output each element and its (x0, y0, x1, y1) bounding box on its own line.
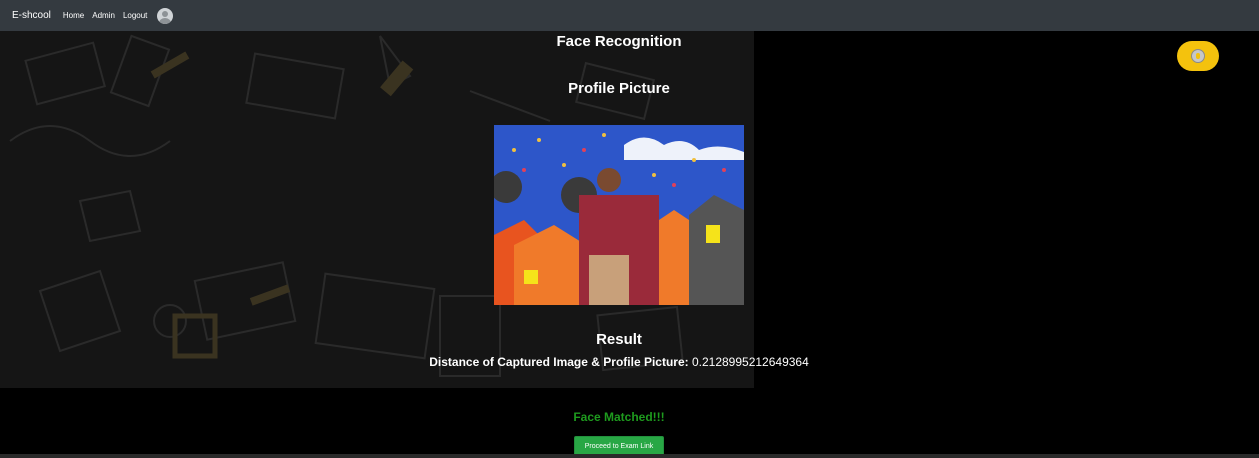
brand-logo[interactable]: E-shcool (12, 10, 51, 21)
nav-link-admin[interactable]: Admin (92, 11, 115, 20)
face-match-status: Face Matched!!! (573, 410, 665, 424)
theme-toggle-icon (1191, 49, 1205, 63)
profile-picture-image (494, 125, 744, 305)
nav-link-logout[interactable]: Logout (123, 11, 147, 20)
navbar: E-shcool Home Admin Logout (0, 0, 1259, 31)
page-title: Face Recognition (556, 33, 682, 50)
result-heading: Result (596, 331, 642, 348)
proceed-to-exam-button[interactable]: Proceed to Exam Link (574, 436, 664, 456)
profile-picture-heading: Profile Picture (568, 80, 670, 97)
nav-link-home[interactable]: Home (63, 11, 84, 20)
theme-toggle-button[interactable] (1177, 41, 1219, 71)
distance-value: 0.2128995212649364 (691, 355, 809, 369)
footer-divider (0, 454, 1259, 458)
distance-label: Distance of Captured Image & Profile Pic… (429, 355, 689, 369)
user-avatar-icon[interactable] (157, 7, 174, 24)
distance-readout: Distance of Captured Image & Profile Pic… (0, 355, 1238, 369)
